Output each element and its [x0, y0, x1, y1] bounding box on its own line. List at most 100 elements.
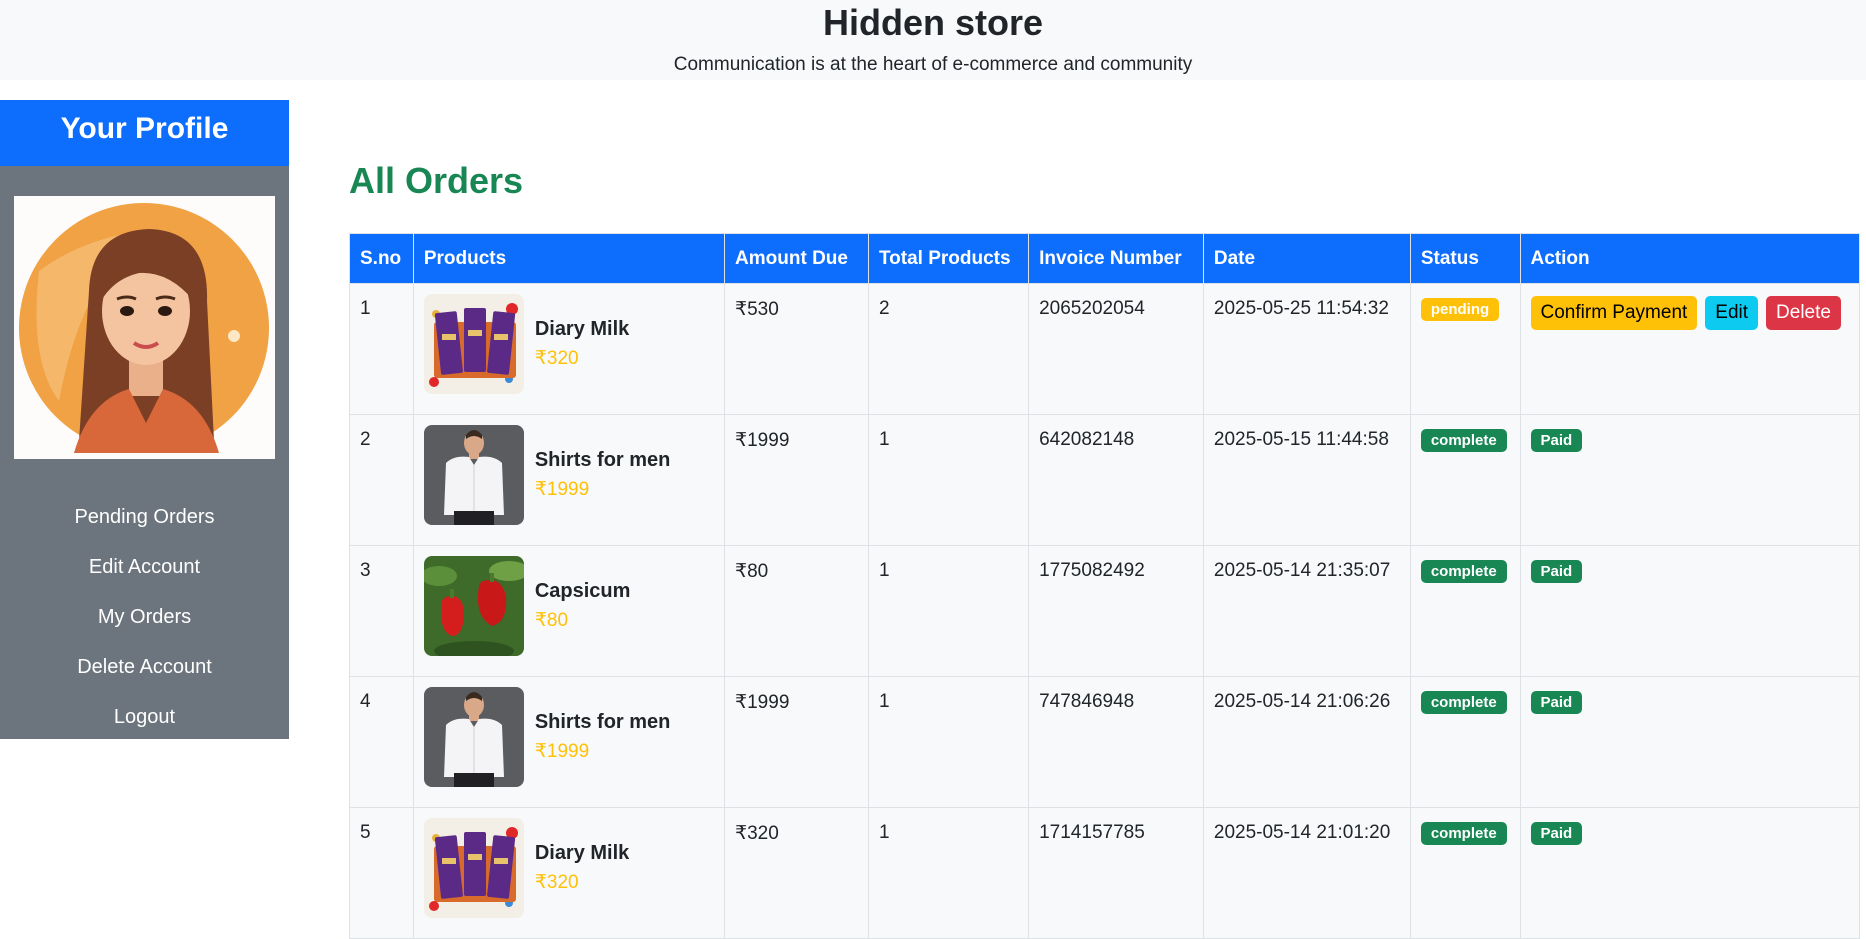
chocolate-image: [423, 294, 524, 394]
cell-product: Shirts for men ₹1999: [412, 676, 726, 808]
cell-sno: 2: [349, 414, 414, 546]
nav-delete-account[interactable]: Delete Account: [0, 642, 289, 692]
cell-status: complete: [1409, 545, 1521, 677]
cell-date: 2025-05-25 11:54:32: [1202, 283, 1411, 415]
cell-product: Capsicum ₹80: [412, 545, 726, 677]
nav-pending-orders[interactable]: Pending Orders: [0, 492, 289, 542]
cell-total-products: 1: [867, 807, 1030, 939]
product-card: Shirts for men ₹1999: [423, 425, 714, 525]
sidebar-heading: Your Profile: [0, 100, 289, 166]
confirm-payment-button[interactable]: Confirm Payment: [1530, 296, 1698, 330]
cell-amount-due: ₹530: [724, 283, 869, 415]
cell-amount-due: ₹1999: [724, 414, 869, 546]
paid-badge: Paid: [1530, 691, 1583, 714]
product-name: Diary Milk: [534, 318, 630, 340]
product-name: Capsicum: [534, 580, 631, 602]
nav-my-orders[interactable]: My Orders: [0, 592, 289, 642]
profile-sidebar: Your Profile Pending Orders Edit Account…: [0, 100, 289, 739]
edit-button[interactable]: Edit: [1705, 296, 1759, 330]
col-sno: S.no: [349, 233, 414, 284]
cell-status: pending: [1409, 283, 1521, 415]
col-date: Date: [1202, 233, 1411, 284]
status-badge: complete: [1420, 822, 1507, 845]
table-row: 5 Diary Milk ₹320 ₹320 1 1714157785 2025-05-14…: [349, 807, 1861, 939]
cell-sno: 1: [349, 283, 414, 415]
shirt-image: [423, 425, 524, 525]
col-action: Action: [1519, 233, 1861, 284]
orders-table: S.no Products Amount Due Total Products …: [349, 233, 1861, 939]
cell-status: complete: [1409, 414, 1521, 546]
table-row: 4 Shirts for men ₹1999 ₹1999 1 747846948 2025-…: [349, 676, 1861, 808]
cell-date: 2025-05-15 11:44:58: [1202, 414, 1411, 546]
cell-product: Diary Milk ₹320: [412, 283, 726, 415]
cell-status: complete: [1409, 676, 1521, 808]
status-badge: complete: [1420, 429, 1507, 452]
product-info: Diary Milk ₹320: [535, 842, 629, 894]
cell-action: Confirm Payment Edit Delete: [1519, 283, 1861, 415]
product-card: Diary Milk ₹320: [423, 818, 714, 918]
nav-edit-account[interactable]: Edit Account: [0, 542, 289, 592]
cell-action: Paid: [1519, 545, 1861, 677]
cell-product: Shirts for men ₹1999: [412, 414, 726, 546]
product-card: Capsicum ₹80: [423, 556, 714, 656]
cell-action: Paid: [1519, 676, 1861, 808]
capsicum-image: [423, 556, 524, 656]
table-row: 1 Diary Milk ₹320 ₹530 2 2065202054 2025-05-25…: [349, 283, 1861, 415]
paid-badge: Paid: [1530, 560, 1583, 583]
cell-date: 2025-05-14 21:06:26: [1202, 676, 1411, 808]
product-name: Diary Milk: [534, 842, 630, 864]
cell-date: 2025-05-14 21:35:07: [1202, 545, 1411, 677]
nav-logout[interactable]: Logout: [0, 692, 289, 742]
col-amount-due: Amount Due: [724, 233, 869, 284]
cell-total-products: 1: [867, 676, 1030, 808]
product-info: Shirts for men ₹1999: [535, 449, 671, 501]
table-row: 2 Shirts for men ₹1999 ₹1999 1 642082148 2025-…: [349, 414, 1861, 546]
shirt-image: [423, 687, 524, 787]
product-price: ₹80: [534, 610, 569, 631]
product-name: Shirts for men: [534, 449, 671, 471]
cell-amount-due: ₹1999: [724, 676, 869, 808]
avatar: [14, 196, 275, 459]
cell-action: Paid: [1519, 414, 1861, 546]
cell-product: Diary Milk ₹320: [412, 807, 726, 939]
product-card: Diary Milk ₹320: [423, 294, 714, 394]
cell-status: complete: [1409, 807, 1521, 939]
cell-invoice-number: 747846948: [1028, 676, 1204, 808]
table-row: 3 Capsicum ₹80 ₹80 1 1775082492 2025-05-14 21:…: [349, 545, 1861, 677]
table-header-row: S.no Products Amount Due Total Products …: [349, 233, 1861, 284]
col-status: Status: [1409, 233, 1521, 284]
cell-invoice-number: 1714157785: [1028, 807, 1204, 939]
sidebar-nav: Pending Orders Edit Account My Orders De…: [0, 492, 289, 742]
cell-date: 2025-05-14 21:01:20: [1202, 807, 1411, 939]
cell-total-products: 2: [867, 283, 1030, 415]
product-price: ₹1999: [534, 479, 590, 500]
col-total-products: Total Products: [867, 233, 1030, 284]
status-badge: complete: [1420, 691, 1507, 714]
delete-button[interactable]: Delete: [1766, 296, 1841, 330]
cell-action: Paid: [1519, 807, 1861, 939]
col-products: Products: [412, 233, 726, 284]
product-info: Capsicum ₹80: [535, 580, 631, 632]
product-info: Shirts for men ₹1999: [535, 711, 671, 763]
cell-total-products: 1: [867, 414, 1030, 546]
cell-sno: 5: [349, 807, 414, 939]
cell-invoice-number: 1775082492: [1028, 545, 1204, 677]
cell-amount-due: ₹80: [724, 545, 869, 677]
site-title: Hidden store: [822, 2, 1044, 43]
cell-invoice-number: 2065202054: [1028, 283, 1204, 415]
status-badge: complete: [1420, 560, 1507, 583]
page-title: All Orders: [349, 160, 524, 201]
product-name: Shirts for men: [534, 711, 671, 733]
chocolate-image: [423, 818, 524, 918]
paid-badge: Paid: [1530, 822, 1583, 845]
cell-amount-due: ₹320: [724, 807, 869, 939]
site-header: Hidden store Communication is at the hea…: [0, 0, 1866, 80]
product-info: Diary Milk ₹320: [535, 318, 629, 370]
cell-total-products: 1: [867, 545, 1030, 677]
product-price: ₹1999: [534, 741, 590, 762]
product-card: Shirts for men ₹1999: [423, 687, 714, 787]
site-tagline: Communication is at the heart of e-comme…: [673, 54, 1193, 75]
cell-sno: 3: [349, 545, 414, 677]
status-badge: pending: [1420, 298, 1500, 321]
col-invoice-number: Invoice Number: [1028, 233, 1204, 284]
